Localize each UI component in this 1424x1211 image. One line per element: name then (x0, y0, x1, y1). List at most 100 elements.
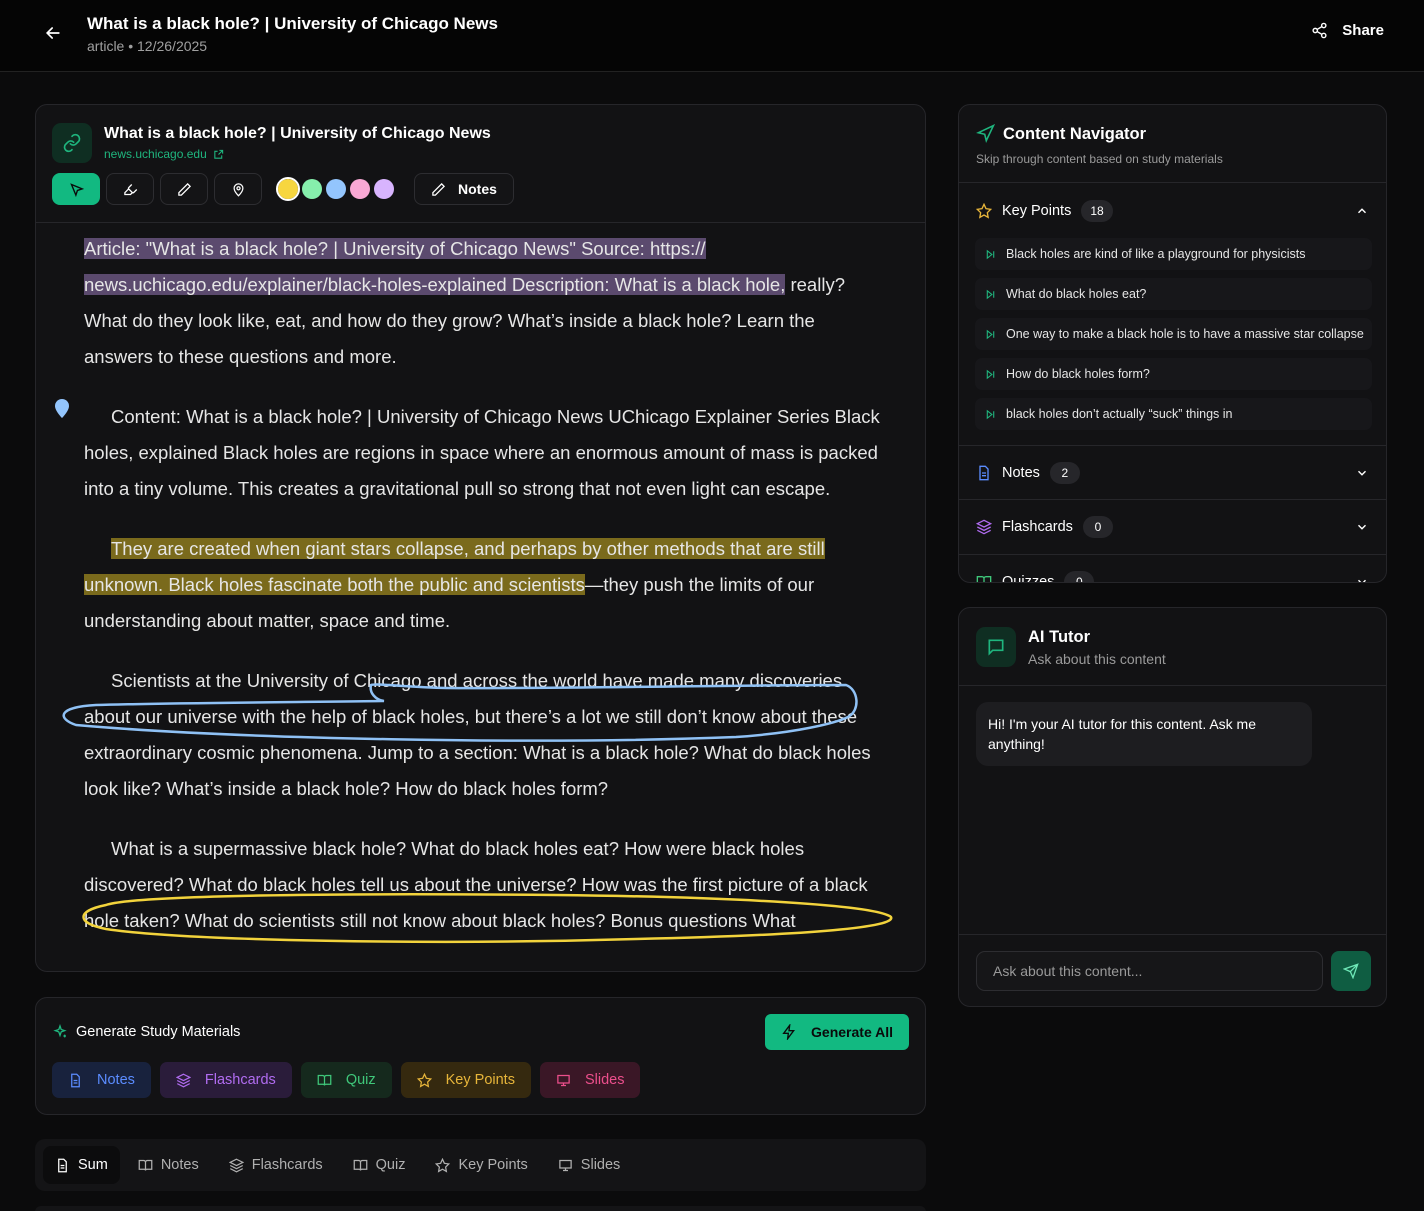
study-chips: Notes Flashcards Quiz Key Points Slides (52, 1062, 640, 1098)
notes-tool-label: Notes (458, 181, 497, 197)
pencil-icon (177, 182, 192, 197)
key-point-item[interactable]: What do black holes eat? (975, 278, 1372, 310)
key-point-item[interactable]: One way to make a black hole is to have … (975, 318, 1372, 350)
highlight-purple[interactable]: Article: "What is a black hole? | Univer… (84, 238, 785, 295)
quizzes-section-label: Quizzes (1002, 574, 1054, 583)
swatch-purple[interactable] (374, 179, 394, 199)
generate-key-points-button[interactable]: Key Points (401, 1062, 531, 1098)
article-source-link[interactable]: news.uchicago.edu (104, 147, 224, 161)
flashcards-section-toggle[interactable]: Flashcards 0 (959, 500, 1386, 555)
key-point-text: Black holes are kind of like a playgroun… (1006, 247, 1305, 261)
select-tool[interactable] (52, 173, 100, 205)
swatch-yellow[interactable] (278, 179, 298, 199)
sparkles-icon (52, 1024, 68, 1040)
pen-tool[interactable] (160, 173, 208, 205)
pin-tool[interactable] (214, 173, 262, 205)
generate-quiz-button[interactable]: Quiz (301, 1062, 392, 1098)
generate-all-label: Generate All (811, 1024, 893, 1040)
navigation-icon (976, 124, 995, 143)
generate-flashcards-button[interactable]: Flashcards (160, 1062, 292, 1098)
highlighter-icon (123, 182, 138, 197)
navigator-subtitle: Skip through content based on study mate… (976, 152, 1223, 166)
swatch-blue[interactable] (326, 179, 346, 199)
chevron-down-icon (1355, 466, 1369, 480)
study-materials-title: Generate Study Materials (52, 1024, 240, 1040)
map-pin-icon (53, 397, 71, 419)
chip-label: Flashcards (205, 1072, 276, 1088)
book-open-icon (976, 574, 992, 583)
map-pin-icon (231, 182, 246, 197)
skip-forward-icon (985, 329, 996, 340)
tutor-input-area (959, 934, 1386, 1008)
key-points-section-toggle[interactable]: Key Points 18 (959, 183, 1386, 238)
document-icon (976, 465, 992, 481)
tab-label: Quiz (376, 1157, 406, 1173)
page-meta: article • 12/26/2025 (87, 38, 207, 54)
article-paragraph: Content: What is a black hole? | Univers… (84, 399, 884, 507)
ai-tutor-title: AI Tutor (1028, 628, 1090, 647)
notes-section-toggle[interactable]: Notes 2 (959, 445, 1386, 500)
star-icon (435, 1158, 450, 1173)
quizzes-count: 0 (1064, 571, 1094, 583)
generate-all-button[interactable]: Generate All (765, 1014, 909, 1050)
share-label: Share (1342, 22, 1384, 39)
tab-slides[interactable]: Slides (546, 1146, 633, 1184)
notes-tool-button[interactable]: Notes (414, 173, 514, 205)
flashcards-count: 0 (1083, 516, 1113, 538)
tab-key-points[interactable]: Key Points (423, 1146, 539, 1184)
key-points-count: 18 (1081, 200, 1112, 222)
article-paragraph: They are created when giant stars collap… (84, 531, 884, 639)
key-point-item[interactable]: How do black holes form? (975, 358, 1372, 390)
key-point-item[interactable]: Black holes are kind of like a playgroun… (975, 238, 1372, 270)
generate-slides-button[interactable]: Slides (540, 1062, 641, 1098)
skip-forward-icon (985, 409, 996, 420)
content-navigator: Content Navigator Skip through content b… (958, 104, 1387, 583)
share-button[interactable]: Share (1311, 22, 1384, 39)
navigator-header: Content Navigator Skip through content b… (959, 105, 1386, 183)
study-title-label: Generate Study Materials (76, 1024, 240, 1040)
tutor-question-input[interactable] (976, 951, 1323, 991)
quizzes-section-toggle[interactable]: Quizzes 0 (959, 555, 1386, 583)
layers-icon (176, 1073, 191, 1088)
tab-notes[interactable]: Notes (126, 1146, 211, 1184)
notes-count: 2 (1050, 462, 1080, 484)
share-icon (1311, 22, 1328, 39)
key-point-text: black holes don’t actually “suck” things… (1006, 407, 1233, 421)
chip-label: Key Points (446, 1072, 515, 1088)
note-pin[interactable] (53, 397, 71, 424)
bottom-panel-edge (35, 1206, 926, 1211)
annotation-toolbar: Notes (52, 173, 514, 205)
tab-quiz[interactable]: Quiz (341, 1146, 418, 1184)
article-source: news.uchicago.edu (104, 147, 207, 161)
document-icon (68, 1073, 83, 1088)
tab-label: Flashcards (252, 1157, 323, 1173)
link-icon (62, 133, 82, 153)
study-materials-card: Generate Study Materials Generate All No… (35, 997, 926, 1115)
skip-forward-icon (985, 369, 996, 380)
tab-flashcards[interactable]: Flashcards (217, 1146, 335, 1184)
chevron-down-icon (1355, 520, 1369, 534)
paragraph-text: What is a supermassive black hole? What … (84, 838, 868, 931)
key-point-item[interactable]: black holes don’t actually “suck” things… (975, 398, 1372, 430)
paragraph-text: Content: What is a black hole? | Univers… (84, 406, 880, 499)
key-points-list: Black holes are kind of like a playgroun… (975, 238, 1372, 438)
star-icon (976, 203, 992, 219)
highlighter-tool[interactable] (106, 173, 154, 205)
arrow-left-icon (43, 23, 63, 43)
key-points-label: Key Points (1002, 203, 1071, 219)
article-header: What is a black hole? | University of Ch… (36, 105, 925, 223)
flashcards-section-label: Flashcards (1002, 519, 1073, 535)
book-open-icon (353, 1158, 368, 1173)
tab-label: Notes (161, 1157, 199, 1173)
send-button[interactable] (1331, 951, 1371, 991)
swatch-green[interactable] (302, 179, 322, 199)
swatch-pink[interactable] (350, 179, 370, 199)
ai-tutor-subtitle: Ask about this content (1028, 651, 1166, 667)
article-paragraph: Scientists at the University of Chicago … (84, 663, 884, 807)
generate-notes-button[interactable]: Notes (52, 1062, 151, 1098)
tab-summary[interactable]: Sum (43, 1146, 120, 1184)
back-button[interactable] (40, 20, 66, 46)
layers-icon (976, 519, 992, 535)
key-point-text: How do black holes form? (1006, 367, 1150, 381)
tutor-message: Hi! I'm your AI tutor for this content. … (976, 702, 1312, 766)
